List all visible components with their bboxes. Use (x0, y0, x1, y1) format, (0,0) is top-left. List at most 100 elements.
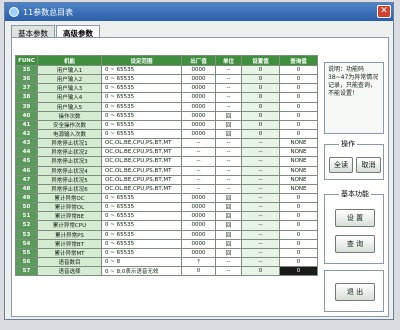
set-value-cell[interactable]: 0 (241, 119, 280, 130)
set-value-cell[interactable]: -- (241, 220, 280, 231)
table-row[interactable]: 54 累计异常BT 0 ~ 65535 0000 回 -- 0 (15, 238, 318, 249)
default-cell: -- (181, 147, 216, 158)
query-value-cell: 0 (279, 119, 318, 130)
set-value-cell[interactable]: -- (241, 238, 280, 249)
exit-button[interactable]: 退 出 (335, 283, 375, 301)
table-row[interactable]: 36 用户输入2 0 ~ 65535 0000 -- 0 0 (15, 74, 318, 85)
basic-functions-legend: 基本功能 (339, 189, 371, 199)
set-value-cell[interactable]: 0 (241, 266, 280, 277)
func-cell: 57 (15, 266, 38, 277)
table-row[interactable]: 51 累计异常BE 0 ~ 65535 0000 回 -- 0 (15, 211, 318, 222)
set-value-cell[interactable]: 0 (241, 101, 280, 112)
default-cell: ? (181, 256, 216, 268)
table-row[interactable]: 40 操作次数 0 ~ 65535 0000 回 0 0 (15, 110, 318, 121)
set-value-cell[interactable]: -- (241, 174, 280, 185)
function-cell: 累计异常OL (37, 202, 102, 213)
range-cell: 0 ~ 65535 (101, 229, 182, 240)
set-value-cell[interactable]: -- (241, 256, 280, 268)
range-cell: OC,OL,BE,CPU,PS,BT,MT (101, 156, 182, 167)
range-cell: 0 ~ 65535 (101, 83, 182, 94)
func-cell: 39 (15, 101, 38, 112)
default-cell: 0000 (181, 128, 216, 140)
table-row[interactable]: 55 累计异常MT 0 ~ 65535 0000 回 -- 0 (15, 247, 318, 258)
function-cell: 安全操作次数 (37, 119, 102, 130)
query-value-cell: NONE (279, 147, 318, 158)
set-value-cell[interactable]: -- (241, 147, 280, 158)
table-row[interactable]: 42 电源输入次数 0 ~ 65535 0000 回 0 0 (15, 128, 318, 140)
close-icon[interactable]: ✕ (377, 5, 391, 18)
func-cell: 44 (15, 147, 38, 158)
function-cell: 操作次数 (37, 110, 102, 121)
exit-group: 退 出 (324, 270, 384, 312)
unit-cell: 回 (215, 238, 242, 249)
cancel-button[interactable]: 取消 (356, 157, 381, 173)
set-value-cell[interactable]: 0 (241, 74, 280, 85)
func-cell: 48 (15, 183, 38, 194)
default-cell: 0000 (181, 92, 216, 103)
set-button[interactable]: 设 置 (335, 209, 375, 227)
col-header-function: 机能 (37, 55, 102, 66)
set-value-cell[interactable]: 0 (241, 64, 280, 76)
operation-legend: 操作 (339, 139, 357, 149)
set-value-cell[interactable]: -- (241, 156, 280, 167)
set-value-cell[interactable]: 0 (241, 92, 280, 103)
table-row[interactable]: 35 用户输入1 0 ~ 65535 0000 -- 0 0 (15, 64, 318, 76)
table-row[interactable]: 50 累计异常OL 0 ~ 65535 0000 回 -- 0 (15, 202, 318, 213)
query-value-cell: 0 (279, 256, 318, 268)
table-row[interactable]: 52 累计异常CPU 0 ~ 65535 0000 回 -- 0 (15, 220, 318, 231)
table-row[interactable]: 53 累计异常PS 0 ~ 65535 0000 回 -- 0 (15, 229, 318, 240)
func-cell: 35 (15, 64, 38, 76)
set-value-cell[interactable]: -- (241, 247, 280, 258)
range-cell: OC,OL,BE,CPU,PS,BT,MT (101, 138, 182, 149)
set-value-cell[interactable]: 0 (241, 128, 280, 140)
table-row[interactable]: 45 异常停止状况3 OC,OL,BE,CPU,PS,BT,MT -- -- -- NONE (15, 156, 318, 167)
set-value-cell[interactable]: -- (241, 211, 280, 222)
query-value-cell: 0 (279, 64, 318, 76)
table-row[interactable]: 44 异常停止状况2 OC,OL,BE,CPU,PS,BT,MT -- -- -- NONE (15, 147, 318, 158)
col-header-range: 设定范围 (101, 55, 182, 66)
set-value-cell[interactable]: -- (241, 165, 280, 176)
col-header-unit: 单位 (215, 55, 242, 66)
table-row[interactable]: 37 用户输入3 0 ~ 65535 0000 -- 0 0 (15, 83, 318, 94)
func-cell: 47 (15, 174, 38, 185)
confirm-button[interactable]: 全读 (329, 157, 353, 173)
table-row[interactable]: 57 语音选择 0 ~ 8,0表示语音无效 0 -- 0 0 (15, 266, 318, 277)
func-cell: 55 (15, 247, 38, 258)
table-row[interactable]: 41 安全操作次数 0 ~ 65535 0000 回 0 0 (15, 119, 318, 130)
function-cell: 累计异常OC (37, 192, 102, 204)
function-cell: 电源输入次数 (37, 128, 102, 140)
func-cell: 40 (15, 110, 38, 121)
function-cell: 用户输入1 (37, 64, 102, 76)
set-value-cell[interactable]: -- (241, 192, 280, 204)
set-value-cell[interactable]: 0 (241, 83, 280, 94)
set-value-cell[interactable]: 0 (241, 110, 280, 121)
table-row[interactable]: 47 异常停止状况5 OC,OL,BE,CPU,PS,BT,MT -- -- -- NONE (15, 174, 318, 185)
query-value-cell: 0 (279, 128, 318, 140)
unit-cell: 回 (215, 110, 242, 121)
range-cell: 0 ~ 8,0表示语音无效 (101, 266, 182, 277)
table-row[interactable]: 48 异常停止状况6 OC,OL,BE,CPU,PS,BT,MT -- -- -- NONE (15, 183, 318, 194)
unit-cell: -- (215, 165, 242, 176)
query-value-cell: 0 (279, 101, 318, 112)
table-row[interactable]: 56 语音数目 0 ~ 8? -- -- 0 (15, 256, 318, 268)
default-cell: -- (181, 156, 216, 167)
set-value-cell[interactable]: -- (241, 138, 280, 149)
unit-cell: -- (215, 138, 242, 149)
query-button[interactable]: 查 询 (335, 235, 375, 253)
range-cell: 0 ~ 65535 (101, 211, 182, 222)
range-cell: 0 ~ 65535 (101, 238, 182, 249)
table-row[interactable]: 46 异常停止状况4 OC,OL,BE,CPU,PS,BT,MT -- -- -- NONE (15, 165, 318, 176)
func-cell: 41 (15, 119, 38, 130)
query-value-cell: 0 (279, 266, 318, 277)
table-row[interactable]: 39 用户输入5 0 ~ 65535 0000 -- 0 0 (15, 101, 318, 112)
set-value-cell[interactable]: -- (241, 183, 280, 194)
set-value-cell[interactable]: -- (241, 229, 280, 240)
table-row[interactable]: 49 累计异常OC 0 ~ 65535 0000 回 -- 0 (15, 192, 318, 204)
table-row[interactable]: 38 用户输入4 0 ~ 65535 0000 -- 0 0 (15, 92, 318, 103)
function-cell: 用户输入5 (37, 101, 102, 112)
table-row[interactable]: 43 异常停止状况1 OC,OL,BE,CPU,PS,BT,MT -- -- -- NONE (15, 138, 318, 149)
function-cell: 用户输入4 (37, 92, 102, 103)
query-value-cell: NONE (279, 174, 318, 185)
set-value-cell[interactable]: -- (241, 202, 280, 213)
operation-group: 操作 全读 取消 (324, 139, 384, 180)
